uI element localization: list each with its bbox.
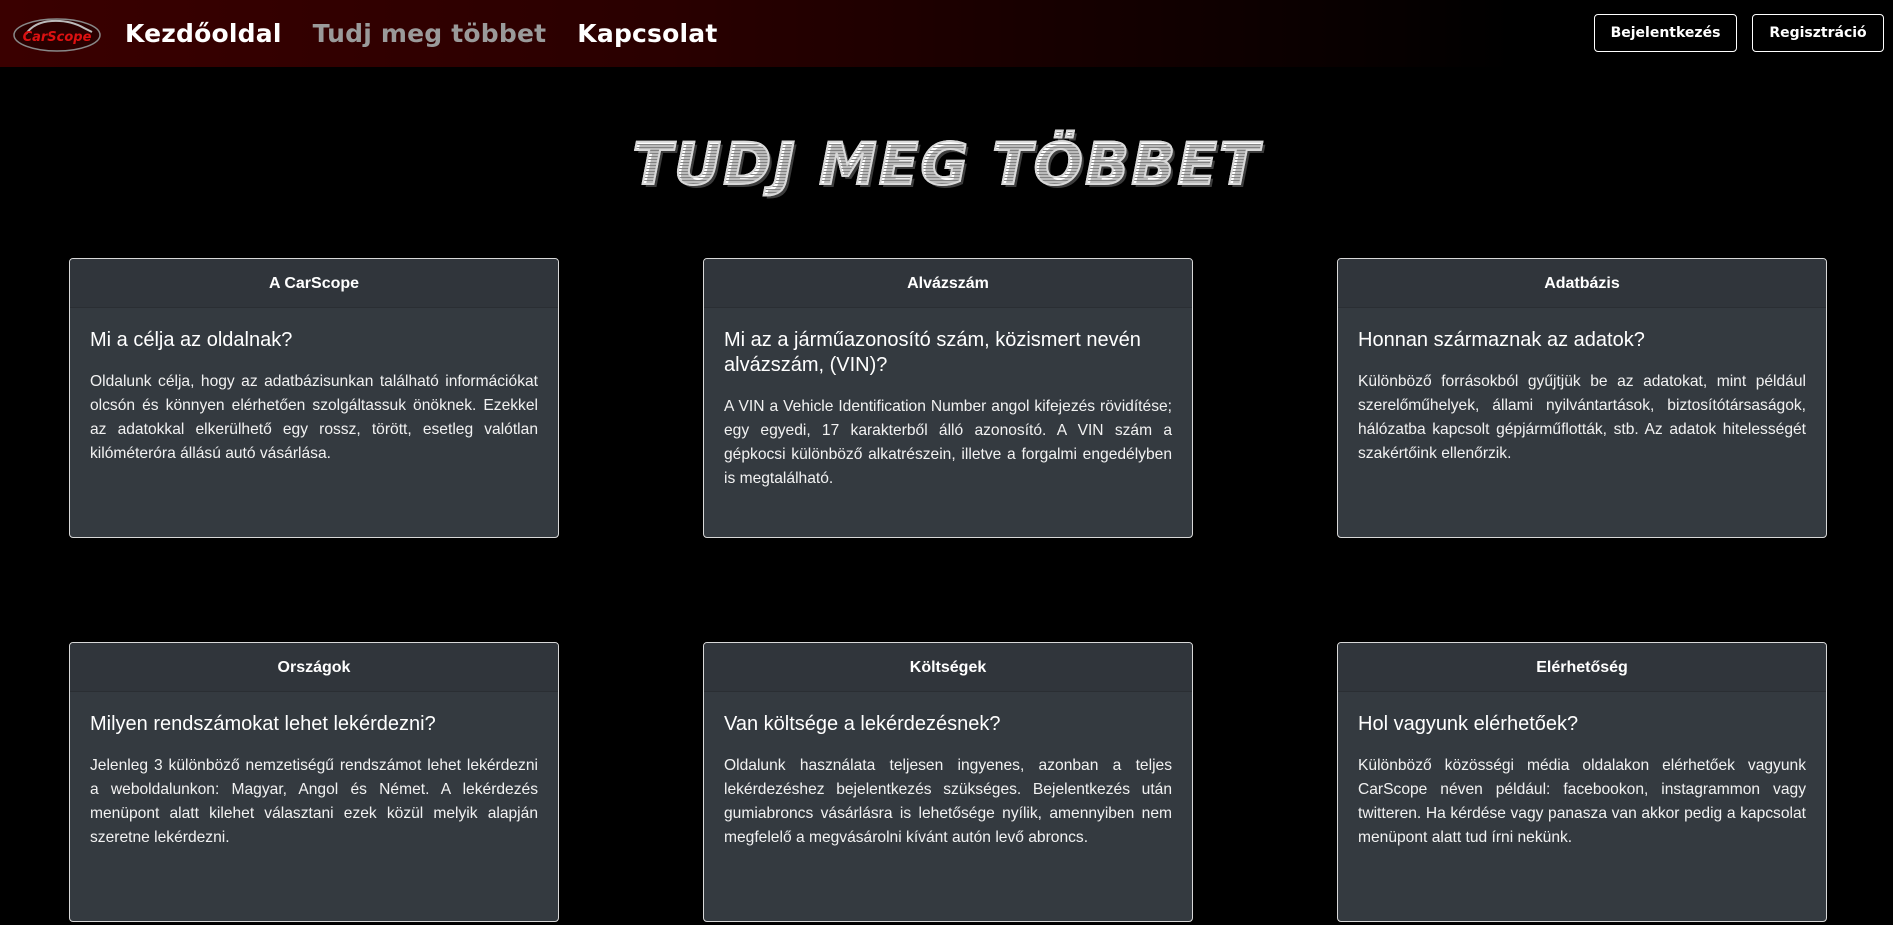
card-body: Mi az a járműazonosító szám, közismert n…: [704, 308, 1192, 491]
info-card-vin: Alvázszám Mi az a járműazonosító szám, k…: [703, 258, 1193, 538]
card-text: A VIN a Vehicle Identification Number an…: [724, 398, 1172, 487]
card-header: Elérhetőség: [1338, 643, 1826, 692]
card-text: Oldalunk célja, hogy az adatbázisunkan t…: [90, 373, 538, 462]
info-card-database: Adatbázis Honnan származnak az adatok? K…: [1337, 258, 1827, 538]
info-card-countries: Országok Milyen rendszámokat lehet lekér…: [69, 642, 559, 922]
card-header: Költségek: [704, 643, 1192, 692]
card-title: Milyen rendszámokat lehet lekérdezni?: [90, 713, 436, 735]
card-title: Mi az a járműazonosító szám, közismert n…: [724, 329, 1141, 376]
card-body: Milyen rendszámokat lehet lekérdezni? Je…: [70, 692, 558, 850]
card-body: Mi a célja az oldalnak? Oldalunk célja, …: [70, 308, 558, 466]
card-body: Honnan származnak az adatok? Különböző f…: [1338, 308, 1826, 466]
register-button[interactable]: Regisztráció: [1752, 14, 1884, 52]
card-header: Országok: [70, 643, 558, 692]
card-body: Hol vagyunk elérhetőek? Különböző közöss…: [1338, 692, 1826, 850]
card-header: A CarScope: [70, 259, 558, 308]
navbar: CarScope Kezdőoldal Tudj meg többet Kapc…: [0, 0, 1893, 67]
info-card-carscope: A CarScope Mi a célja az oldalnak? Oldal…: [69, 258, 559, 538]
info-card-costs: Költségek Van költsége a lekérdezésnek? …: [703, 642, 1193, 922]
card-title: Mi a célja az oldalnak?: [90, 329, 293, 351]
card-header: Alvázszám: [704, 259, 1192, 308]
card-header: Adatbázis: [1338, 259, 1826, 308]
card-text: Jelenleg 3 különböző nemzetiségű rendszá…: [90, 757, 538, 846]
nav-link-learn-more[interactable]: Tudj meg többet: [313, 19, 547, 48]
card-text: Különböző közösségi média oldalakon elér…: [1358, 757, 1806, 846]
nav-link-home[interactable]: Kezdőoldal: [125, 19, 282, 48]
page-title: Tudj meg többet: [0, 129, 1893, 199]
login-button[interactable]: Bejelentkezés: [1594, 14, 1737, 52]
nav-link-contact[interactable]: Kapcsolat: [577, 19, 717, 48]
nav-links: Kezdőoldal Tudj meg többet Kapcsolat: [125, 0, 749, 67]
card-text: Különböző forrásokból gyűjtjük be az ada…: [1358, 373, 1806, 462]
card-title: Honnan származnak az adatok?: [1358, 329, 1645, 351]
card-body: Van költsége a lekérdezésnek? Oldalunk h…: [704, 692, 1192, 850]
card-title: Hol vagyunk elérhetőek?: [1358, 713, 1579, 735]
card-text: Oldalunk használata teljesen ingyenes, a…: [724, 757, 1172, 846]
info-card-availability: Elérhetőség Hol vagyunk elérhetőek? Külö…: [1337, 642, 1827, 922]
svg-text:CarScope: CarScope: [23, 30, 92, 45]
carscope-logo[interactable]: CarScope: [12, 12, 102, 54]
card-title: Van költsége a lekérdezésnek?: [724, 713, 1001, 735]
